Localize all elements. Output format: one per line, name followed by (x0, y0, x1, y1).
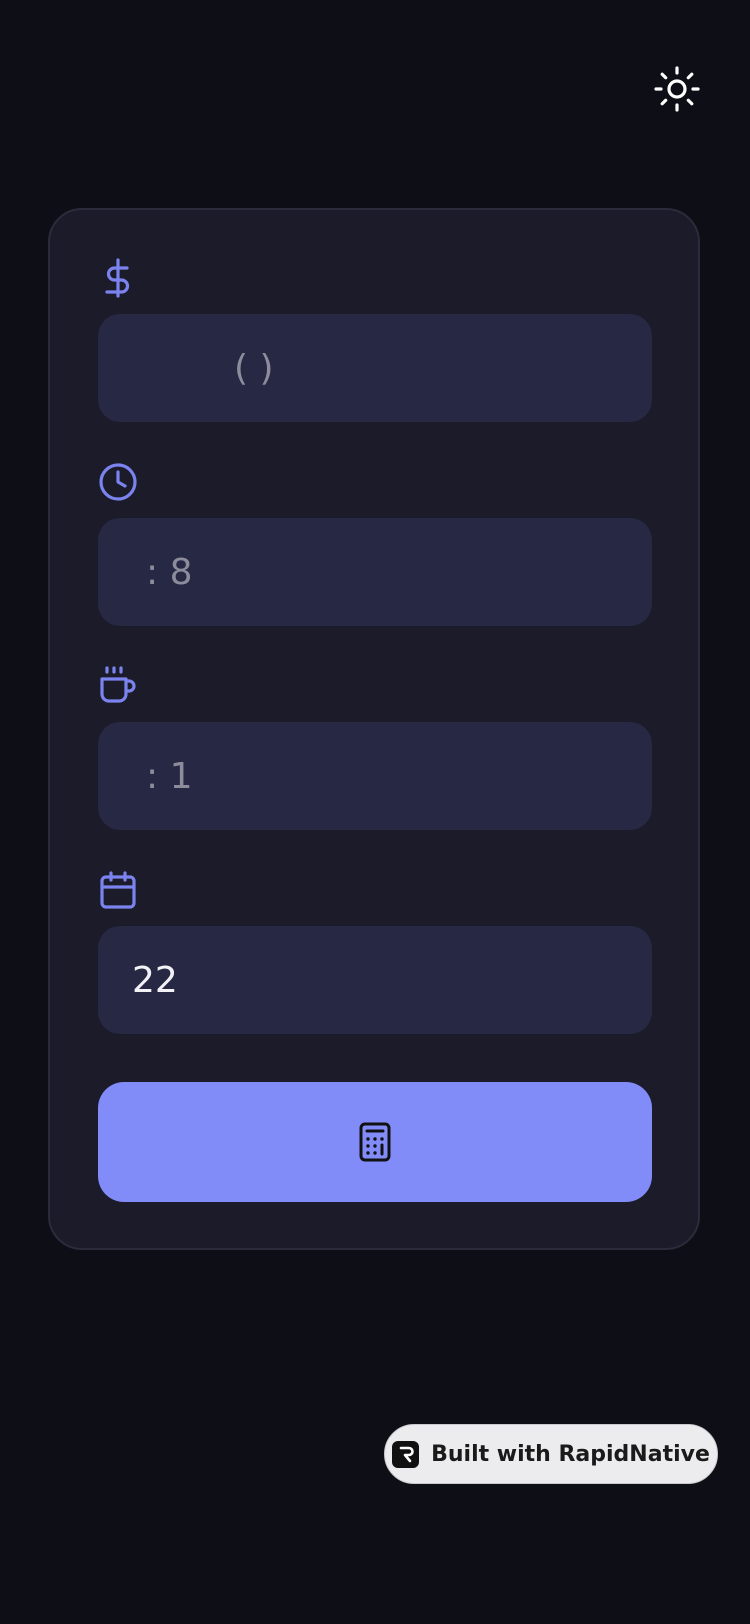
work-days-input[interactable]: 22 (98, 926, 652, 1034)
theme-toggle-button[interactable] (652, 64, 702, 114)
badge-label: Built with RapidNative (431, 1441, 710, 1467)
coffee-icon (98, 666, 138, 706)
break-hours-placeholder: : 1 (146, 755, 193, 797)
calendar-icon (98, 870, 138, 910)
app-screen: ( ) : 8 : 1 22 Built with RapidNative (0, 0, 750, 1624)
built-with-badge[interactable]: Built with RapidNative (384, 1424, 718, 1484)
hours-per-day-input[interactable]: : 8 (98, 518, 652, 626)
hourly-rate-input[interactable]: ( ) (98, 314, 652, 422)
sun-icon (654, 66, 700, 112)
work-days-value: 22 (132, 959, 178, 1001)
clock-icon (98, 462, 138, 502)
hourly-rate-placeholder: ( ) (234, 347, 274, 389)
hours-per-day-placeholder: : 8 (146, 551, 193, 593)
dollar-icon (98, 258, 138, 298)
calculate-button[interactable] (98, 1082, 652, 1202)
rapidnative-logo-icon (392, 1440, 420, 1468)
calculator-icon (359, 1122, 391, 1162)
break-hours-input[interactable]: : 1 (98, 722, 652, 830)
